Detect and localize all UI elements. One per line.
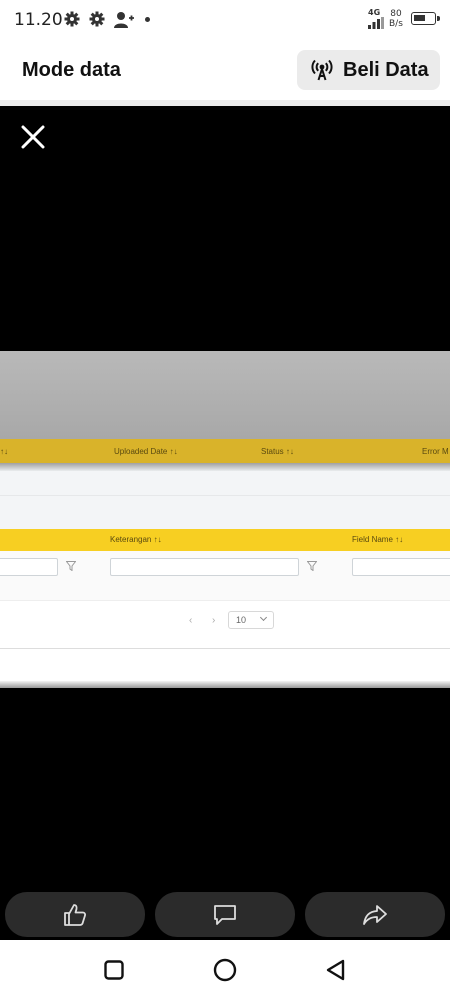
top-header-col-4: Error M	[422, 447, 449, 456]
screen: 11.20 4G 80 B/s Mode data Beli Data ↑↓ U…	[0, 0, 450, 1000]
network-type: 4G	[368, 8, 381, 17]
network-speed: 80 B/s	[389, 9, 403, 29]
signal-icon	[368, 17, 384, 29]
back-icon[interactable]	[325, 959, 347, 981]
system-nav-bar	[0, 940, 450, 1000]
thumbs-up-icon	[64, 904, 87, 926]
settings-icon	[64, 11, 80, 27]
prev-page-icon: ‹	[189, 615, 193, 626]
filter-icon	[307, 561, 317, 571]
app-header: Mode data Beli Data	[0, 40, 450, 100]
image-shadow	[0, 463, 450, 471]
top-header-col-3: Status ↑↓	[261, 447, 294, 456]
filter-icon	[66, 561, 76, 571]
share-icon	[363, 905, 387, 925]
comment-button[interactable]	[155, 892, 295, 937]
bottom-header-col-1: Keterangan ↑↓	[110, 535, 162, 544]
bottom-header-col-2: Field Name ↑↓	[352, 535, 404, 544]
image-bottom-edge	[0, 681, 450, 688]
next-page-icon: ›	[212, 615, 216, 626]
status-bar: 11.20 4G 80 B/s	[0, 0, 450, 40]
buy-data-button[interactable]: Beli Data	[297, 50, 440, 90]
settings-icon	[89, 11, 105, 27]
image-table-header-top: ↑↓ Uploaded Date ↑↓ Status ↑↓ Error M	[0, 439, 450, 463]
media-image: ↑↓ Uploaded Date ↑↓ Status ↑↓ Error M Ke…	[0, 351, 450, 688]
battery-icon	[411, 12, 440, 25]
antenna-icon	[311, 59, 333, 81]
image-divider	[0, 495, 450, 496]
comment-icon	[214, 905, 236, 925]
page-size-select: 10	[228, 611, 274, 629]
filter-input	[0, 558, 58, 576]
chevron-down-icon	[259, 613, 268, 622]
like-button[interactable]	[5, 892, 145, 937]
page-title: Mode data	[22, 59, 121, 81]
image-table-header-bottom: Keterangan ↑↓ Field Name ↑↓	[0, 529, 450, 551]
filter-input	[110, 558, 299, 576]
buy-data-label: Beli Data	[343, 59, 429, 81]
top-header-col-2: Uploaded Date ↑↓	[114, 447, 178, 456]
top-header-col-1: ↑↓	[0, 447, 8, 456]
status-time: 11.20	[14, 10, 63, 30]
home-icon[interactable]	[213, 958, 237, 982]
close-icon[interactable]	[18, 122, 48, 152]
image-gray-area	[0, 351, 450, 439]
filter-input	[352, 558, 450, 576]
share-button[interactable]	[305, 892, 445, 937]
notification-dot	[145, 17, 150, 22]
image-filter-row	[0, 551, 450, 601]
image-pale-panel	[0, 471, 450, 529]
person-add-icon	[114, 12, 134, 28]
header-divider	[0, 100, 450, 106]
recent-apps-icon[interactable]	[104, 960, 124, 980]
image-pagination: ‹ › 10	[0, 601, 450, 649]
